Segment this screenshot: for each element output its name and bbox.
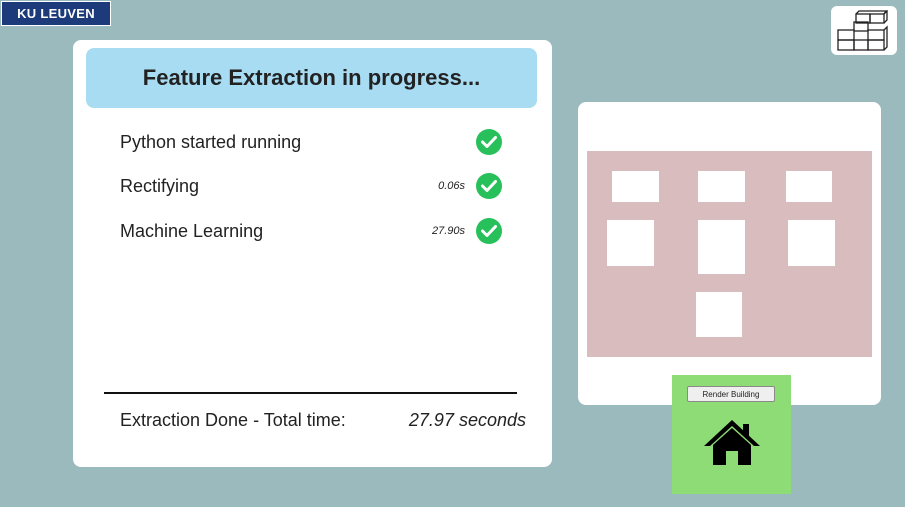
check-circle-icon (476, 173, 502, 199)
home-icon[interactable] (702, 418, 762, 468)
step-label: Machine Learning (120, 221, 264, 241)
progress-title: Feature Extraction in progress... (86, 48, 537, 108)
render-building-button[interactable]: Render Building (687, 386, 775, 402)
divider (104, 392, 517, 394)
step-time: 0.06s (438, 180, 465, 192)
window (786, 171, 832, 202)
total-time-label: Extraction Done - Total time: (120, 410, 346, 430)
facade (587, 151, 872, 357)
building-preview (578, 102, 881, 405)
total-time-value: 27.97 seconds (408, 410, 526, 430)
door (696, 292, 742, 337)
check-circle-icon (476, 218, 502, 244)
window (698, 220, 745, 274)
window (612, 171, 659, 202)
window (607, 220, 654, 266)
step-rectifying: Rectifying 0.06s (120, 172, 510, 200)
step-python: Python started running (120, 128, 510, 156)
ku-leuven-logo: KU LEUVEN (1, 1, 111, 26)
building-blocks-icon (837, 10, 888, 51)
check-circle-icon (476, 129, 502, 155)
step-time: 27.90s (431, 225, 465, 237)
progress-card: Feature Extraction in progress... Python… (73, 40, 552, 467)
building-blocks-button[interactable] (831, 6, 897, 55)
step-machine-learning: Machine Learning 27.90s (120, 217, 510, 245)
render-panel: Render Building (672, 375, 791, 494)
window (788, 220, 835, 266)
window (698, 171, 745, 202)
step-label: Rectifying (120, 176, 200, 196)
step-label: Python started running (120, 132, 302, 152)
